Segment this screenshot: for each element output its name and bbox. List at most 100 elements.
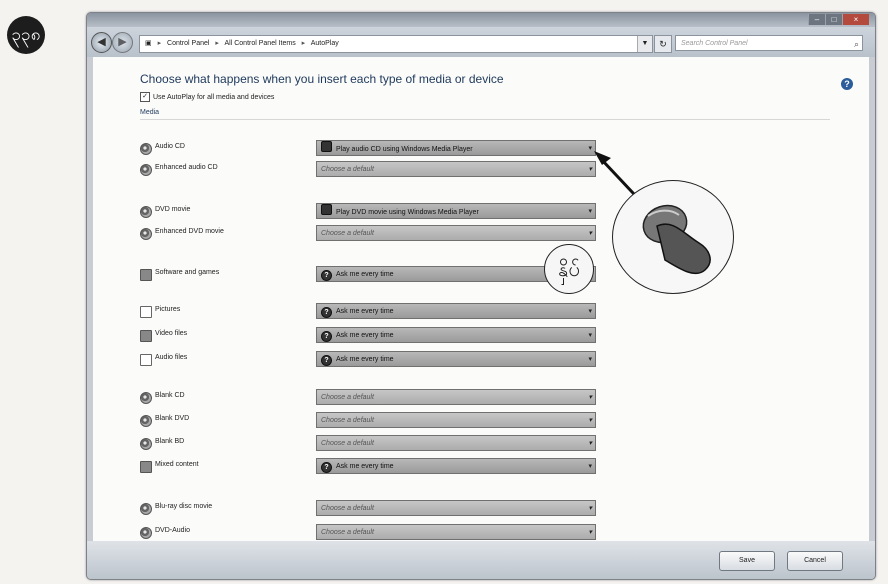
- dropdown-value: Play DVD movie using Windows Media Playe…: [336, 209, 479, 216]
- back-button[interactable]: ◀: [91, 32, 112, 53]
- media-player-icon: [321, 141, 332, 152]
- chevron-down-icon[interactable]: ▾: [588, 304, 592, 318]
- folder-icon: ▣: [145, 40, 152, 47]
- breadcrumb-separator: ▸: [301, 40, 306, 47]
- page-number: ၃၃၈: [7, 16, 45, 54]
- dropdown-value: Choose a default: [321, 417, 374, 424]
- page-title: Choose what happens when you insert each…: [140, 72, 504, 86]
- video-files-select[interactable]: ? Ask me every time ▾: [316, 327, 596, 343]
- media-row-enhanced-audio-cd: Enhanced audio CD Choose a default ▾: [140, 161, 600, 177]
- audio-files-select[interactable]: ? Ask me every time ▾: [316, 351, 596, 367]
- media-section-label: Media: [140, 109, 160, 116]
- media-label: Pictures: [155, 306, 181, 313]
- mixed-content-select[interactable]: ? Ask me every time ▾: [316, 458, 596, 474]
- help-icon[interactable]: ?: [841, 78, 853, 90]
- chevron-down-icon[interactable]: ▾: [588, 352, 592, 366]
- dropdown-value: Ask me every time: [336, 332, 394, 339]
- question-icon: ?: [321, 331, 332, 342]
- chevron-down-icon[interactable]: ▾: [588, 141, 592, 155]
- question-icon: ?: [321, 462, 332, 473]
- enhanced-audio-cd-select[interactable]: Choose a default ▾: [316, 161, 596, 177]
- chevron-down-icon[interactable]: ▾: [588, 501, 592, 515]
- media-label: Enhanced DVD movie: [155, 228, 224, 235]
- media-label: Blank BD: [155, 438, 185, 445]
- audio-file-icon: [140, 354, 152, 366]
- chevron-down-icon[interactable]: ▾: [588, 436, 592, 450]
- mouse-illustration-circle: [612, 180, 734, 294]
- media-label: Video files: [155, 330, 188, 337]
- disc-icon: [140, 438, 152, 450]
- media-label: Audio files: [155, 354, 188, 361]
- chevron-down-icon[interactable]: ▾: [588, 226, 592, 240]
- media-row-blank-cd: Blank CD Choose a default ▾: [140, 389, 600, 405]
- click-callout: နှိပ်: [544, 244, 594, 294]
- forward-button[interactable]: ▶: [112, 32, 133, 53]
- search-input[interactable]: Search Control Panel ⌕: [675, 35, 863, 51]
- use-autoplay-label: Use AutoPlay for all media and devices: [153, 93, 275, 101]
- close-button[interactable]: ×: [842, 14, 869, 25]
- breadcrumb-control-panel[interactable]: Control Panel: [167, 40, 209, 47]
- chevron-down-icon[interactable]: ▾: [588, 413, 592, 427]
- dropdown-value: Choose a default: [321, 529, 374, 536]
- breadcrumb-separator: ▸: [157, 40, 162, 47]
- media-row-dvd-movie: DVD movie Play DVD movie using Windows M…: [140, 203, 600, 219]
- caption-buttons: – □ ×: [808, 14, 869, 26]
- audio-cd-select[interactable]: Play audio CD using Windows Media Player…: [316, 140, 596, 156]
- search-icon[interactable]: ⌕: [854, 36, 859, 52]
- disc-icon: [140, 527, 152, 539]
- media-row-mixed-content: Mixed content ? Ask me every time ▾: [140, 458, 600, 474]
- disc-icon: [140, 206, 152, 218]
- blu-ray-disc-movie-select[interactable]: Choose a default ▾: [316, 500, 596, 516]
- checkbox-checked-icon[interactable]: ✓: [140, 92, 150, 102]
- dvd-audio-select[interactable]: Choose a default ▾: [316, 524, 596, 540]
- address-bar[interactable]: ▣ ▸ Control Panel ▸ All Control Panel It…: [139, 35, 653, 53]
- media-label: Blu-ray disc movie: [155, 503, 213, 510]
- media-row-audio-files: Audio files ? Ask me every time ▾: [140, 351, 600, 367]
- chevron-down-icon[interactable]: ▾: [588, 390, 592, 404]
- pictures-icon: [140, 306, 152, 318]
- enhanced-dvd-movie-select[interactable]: Choose a default ▾: [316, 225, 596, 241]
- dropdown-value: Choose a default: [321, 230, 374, 237]
- disc-icon: [140, 143, 152, 155]
- section-divider: [140, 119, 830, 120]
- media-row-blank-dvd: Blank DVD Choose a default ▾: [140, 412, 600, 428]
- dvd-movie-select[interactable]: Play DVD movie using Windows Media Playe…: [316, 203, 596, 219]
- chevron-down-icon[interactable]: ▾: [588, 328, 592, 342]
- disc-icon: [140, 164, 152, 176]
- blank-cd-select[interactable]: Choose a default ▾: [316, 389, 596, 405]
- chevron-down-icon[interactable]: ▾: [588, 162, 592, 176]
- minimize-button[interactable]: –: [808, 14, 825, 25]
- blank-dvd-select[interactable]: Choose a default ▾: [316, 412, 596, 428]
- question-icon: ?: [321, 307, 332, 318]
- dialog-footer: Save Cancel: [87, 541, 875, 579]
- cancel-button[interactable]: Cancel: [787, 551, 843, 571]
- chevron-down-icon[interactable]: ▾: [588, 459, 592, 473]
- disc-icon: [140, 392, 152, 404]
- breadcrumb-all-items[interactable]: All Control Panel Items: [225, 40, 296, 47]
- search-placeholder: Search Control Panel: [681, 40, 748, 47]
- chevron-down-icon[interactable]: ▾: [588, 525, 592, 539]
- media-row-dvd-audio: DVD-Audio Choose a default ▾: [140, 524, 600, 540]
- title-bar: – □ ×: [87, 13, 875, 27]
- use-autoplay-checkbox[interactable]: ✓ Use AutoPlay for all media and devices: [140, 92, 274, 102]
- mouse-hand-icon: [642, 204, 711, 275]
- dropdown-value: Ask me every time: [336, 308, 394, 315]
- chevron-down-icon[interactable]: ▾: [588, 204, 592, 218]
- pictures-select[interactable]: ? Ask me every time ▾: [316, 303, 596, 319]
- media-row-enhanced-dvd-movie: Enhanced DVD movie Choose a default ▾: [140, 225, 600, 241]
- dropdown-value: Choose a default: [321, 166, 374, 173]
- address-dropdown-icon[interactable]: ▼: [637, 36, 652, 52]
- save-button[interactable]: Save: [719, 551, 775, 571]
- video-icon: [140, 330, 152, 342]
- breadcrumb-separator: ▸: [215, 40, 219, 47]
- dropdown-value: Play audio CD using Windows Media Player: [336, 146, 473, 153]
- maximize-button[interactable]: □: [825, 14, 842, 25]
- media-label: Blank DVD: [155, 415, 190, 422]
- breadcrumb-autoplay[interactable]: AutoPlay: [311, 40, 339, 47]
- media-label: Software and games: [155, 269, 220, 276]
- media-row-video-files: Video files ? Ask me every time ▾: [140, 327, 600, 343]
- navigation-bar: ◀ ▶ ▣ ▸ Control Panel ▸ All Control Pane…: [87, 27, 875, 57]
- media-label: Mixed content: [155, 461, 199, 468]
- refresh-icon[interactable]: ↻: [654, 35, 672, 53]
- blank-bd-select[interactable]: Choose a default ▾: [316, 435, 596, 451]
